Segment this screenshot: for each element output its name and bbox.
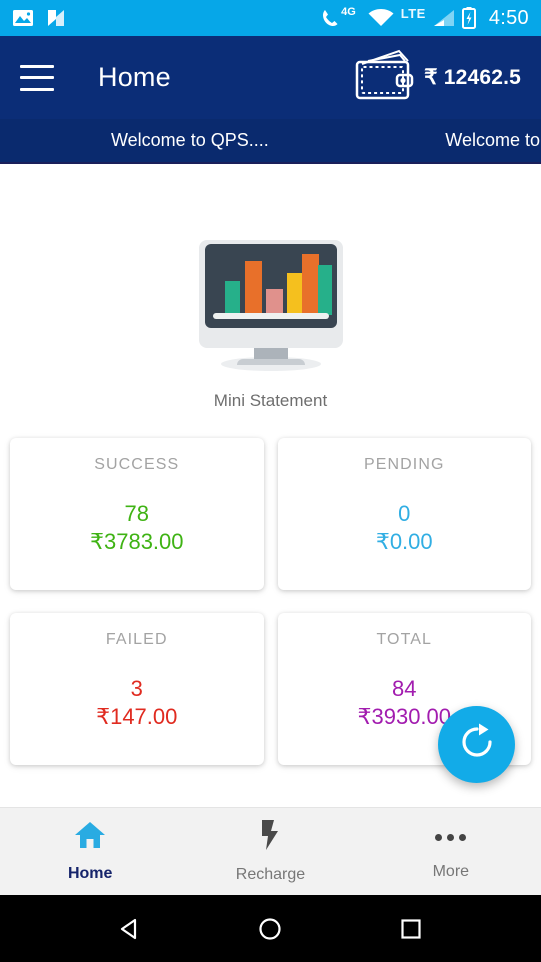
stat-card-title: SUCCESS <box>94 456 180 473</box>
welcome-marquee-banner: Welcome to QPS.... Welcome to <box>0 119 541 164</box>
nougat-n-icon <box>46 8 66 28</box>
stat-card-title: TOTAL <box>376 631 433 648</box>
stat-card-failed[interactable]: FAILED 3 ₹147.00 <box>10 613 264 765</box>
hamburger-menu-icon[interactable] <box>20 64 54 91</box>
network-4g-label: 4G <box>341 6 356 18</box>
app-bar: Home ₹ 12462.5 <box>0 36 541 119</box>
stat-card-amount: ₹147.00 <box>96 703 178 729</box>
stat-card-amount: ₹3930.00 <box>357 703 452 729</box>
mini-statement-label: Mini Statement <box>213 391 328 410</box>
status-bar-clock: 4:50 <box>488 6 529 29</box>
home-circle-icon[interactable] <box>256 915 284 943</box>
more-dots-icon <box>435 823 467 853</box>
hamburger-line <box>20 64 54 68</box>
dot <box>435 834 443 841</box>
mini-statement-hero[interactable]: Mini Statement <box>0 240 541 411</box>
wallet-balance-button[interactable]: ₹ 12462.5 <box>352 48 521 107</box>
main-content: Mini Statement SUCCESS 78 ₹3783.00 PENDI… <box>0 164 541 807</box>
android-system-navigation <box>0 895 541 962</box>
phone-4g-icon <box>322 9 339 27</box>
stat-card-amount: ₹0.00 <box>375 528 433 554</box>
hamburger-line <box>20 76 54 79</box>
stat-card-amount: ₹3783.00 <box>89 528 184 554</box>
network-lte-label: LTE <box>400 5 426 21</box>
stat-card-count: 3 <box>130 676 143 701</box>
stat-card-body: 0 ₹0.00 <box>278 500 532 556</box>
nav-item-label: More <box>432 862 470 880</box>
stat-card-title: FAILED <box>105 631 168 648</box>
marquee-text-primary: Welcome to QPS.... <box>111 130 269 150</box>
stat-card-success[interactable]: SUCCESS 78 ₹3783.00 <box>10 438 264 590</box>
dot <box>459 834 467 841</box>
hamburger-line <box>20 87 54 91</box>
app-root: 4G LTE 4:50 Home ₹ 12462.5 Welcome to QP… <box>0 0 541 962</box>
stat-card-body: 78 ₹3783.00 <box>10 500 264 556</box>
refresh-icon <box>457 722 497 767</box>
stat-card-count: 78 <box>124 501 149 526</box>
home-icon <box>74 820 106 855</box>
marquee-track: Welcome to QPS.... Welcome to <box>0 130 541 151</box>
stat-card-count: 84 <box>392 676 417 701</box>
bottom-navigation-bar: Home Recharge More <box>0 807 541 895</box>
wallet-balance-amount: ₹ 12462.5 <box>424 66 521 89</box>
back-triangle-icon[interactable] <box>116 915 144 943</box>
stat-card-body: 3 ₹147.00 <box>10 675 264 731</box>
recents-square-icon[interactable] <box>397 915 425 943</box>
wallet-icon <box>352 48 414 107</box>
status-bar: 4G LTE 4:50 <box>0 0 541 36</box>
nav-item-label: Recharge <box>235 866 306 883</box>
page-title: Home <box>98 62 171 92</box>
dot <box>447 834 455 841</box>
status-bar-left-icons <box>12 8 66 28</box>
battery-charging-icon <box>461 7 476 29</box>
marquee-text-secondary: Welcome to <box>445 130 540 150</box>
image-icon <box>12 8 34 28</box>
stat-card-count: 0 <box>398 501 411 526</box>
signal-icon <box>433 9 455 27</box>
monitor-bar-chart-icon <box>191 240 351 377</box>
nav-item-more[interactable]: More <box>361 823 541 881</box>
stat-card-row-1: SUCCESS 78 ₹3783.00 PENDING 0 ₹0.00 <box>10 438 531 590</box>
nav-item-label: Home <box>67 865 113 882</box>
wifi-icon <box>368 9 394 27</box>
nav-item-recharge[interactable]: Recharge <box>180 819 360 884</box>
lightning-bolt-icon <box>258 819 282 856</box>
refresh-fab-button[interactable] <box>438 706 515 783</box>
status-bar-right-icons: 4G LTE 4:50 <box>322 5 529 30</box>
stat-card-title: PENDING <box>363 456 445 473</box>
stat-card-pending[interactable]: PENDING 0 ₹0.00 <box>277 438 532 590</box>
nav-item-home[interactable]: Home <box>0 820 180 883</box>
faint-background-text <box>18 172 22 184</box>
